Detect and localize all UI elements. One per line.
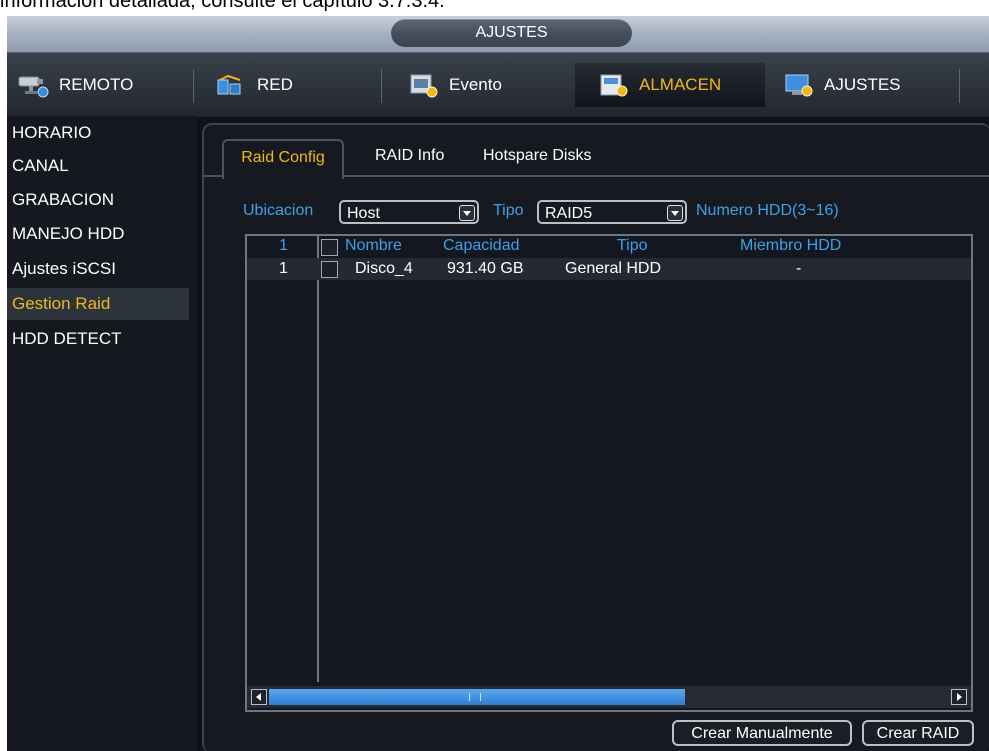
sidebar-item-gestion-raid[interactable]: Gestion Raid	[7, 288, 189, 320]
main-tabs: REMOTO RED Evento ALMACEN AJUSTES	[7, 52, 989, 117]
window-title: AJUSTES	[391, 19, 632, 47]
content-panel: Raid Config RAID Info Hotspare Disks Ubi…	[202, 123, 989, 751]
storage-icon	[597, 72, 631, 98]
sidebar-item-label: MANEJO HDD	[12, 224, 125, 243]
settings-icon	[782, 72, 816, 98]
title-bar: AJUSTES	[7, 16, 989, 52]
table-header: 1 Nombre Capacidad Tipo Miembro HDD	[247, 236, 971, 256]
select-all-checkbox[interactable]	[321, 239, 338, 256]
tab-remoto[interactable]: REMOTO	[17, 63, 187, 107]
type-select[interactable]: RAID5	[537, 200, 687, 224]
event-icon	[407, 72, 441, 98]
sidebar-item-grabacion[interactable]: GRABACION	[12, 184, 184, 216]
document-caption: información detallada, consulte el capít…	[0, 0, 445, 12]
hdd-table: 1 Nombre Capacidad Tipo Miembro HDD 1 Di…	[245, 234, 973, 712]
chevron-down-icon	[459, 205, 475, 221]
scroll-right-icon[interactable]	[951, 689, 967, 705]
tab-separator	[381, 69, 382, 103]
tab-ajustes-label: AJUSTES	[824, 75, 901, 94]
type-value: RAID5	[545, 205, 593, 222]
header-name: Nombre	[345, 237, 402, 254]
tab-red[interactable]: RED	[215, 63, 365, 107]
sidebar-item-hdd-detect[interactable]: HDD DETECT	[12, 323, 184, 355]
header-capacity: Capacidad	[443, 237, 520, 254]
tab-raid-config[interactable]: Raid Config	[222, 139, 344, 179]
sidebar-item-label: Gestion Raid	[12, 294, 111, 313]
network-icon	[215, 72, 249, 98]
sidebar-item-manejo-hdd[interactable]: MANEJO HDD	[12, 218, 184, 250]
table-row[interactable]: 1 Disco_4 931.40 GB General HDD -	[247, 258, 971, 280]
tab-remoto-label: REMOTO	[59, 75, 134, 94]
tab-raid-info[interactable]: RAID Info	[375, 139, 444, 173]
cell-index: 1	[279, 260, 288, 277]
sidebar-item-label: CANAL	[12, 156, 69, 175]
sidebar-item-label: HDD DETECT	[12, 329, 122, 348]
location-select[interactable]: Host	[339, 200, 479, 224]
cell-member: -	[796, 260, 802, 277]
tab-evento[interactable]: Evento	[407, 63, 567, 107]
horizontal-scrollbar[interactable]	[247, 686, 971, 708]
tab-hotspare-disks[interactable]: Hotspare Disks	[483, 139, 591, 173]
camera-icon	[17, 72, 51, 98]
tab-evento-label: Evento	[449, 75, 502, 94]
tab-ajustes[interactable]: AJUSTES	[782, 63, 962, 107]
cell-type: General HDD	[565, 260, 662, 277]
location-label: Ubicacion	[243, 202, 314, 219]
location-value: Host	[347, 205, 380, 222]
scrollbar-thumb[interactable]	[269, 689, 685, 705]
hdd-count-label: Numero HDD(3~16)	[696, 202, 839, 219]
cell-capacity: 931.40 GB	[447, 260, 524, 277]
tab-almacen[interactable]: ALMACEN	[575, 63, 765, 107]
row-checkbox[interactable]	[321, 261, 338, 278]
sidebar-item-ajustes-iscsi[interactable]: Ajustes iSCSI	[12, 253, 184, 285]
chevron-down-icon	[667, 205, 683, 221]
header-member: Miembro HDD	[740, 237, 842, 254]
header-index: 1	[279, 237, 288, 254]
sidebar-item-label: HORARIO	[12, 123, 92, 142]
column-divider	[317, 236, 319, 682]
tab-separator	[959, 69, 960, 103]
settings-window: AJUSTES REMOTO RED Evento ALMACEN AJUSTE…	[7, 16, 989, 751]
create-raid-button[interactable]: Crear RAID	[862, 720, 974, 746]
sidebar: HORARIO CANAL GRABACION MANEJO HDD Ajust…	[7, 116, 197, 751]
sidebar-item-horario[interactable]: HORARIO	[12, 117, 184, 149]
create-manual-button[interactable]: Crear Manualmente	[672, 720, 852, 746]
tab-red-label: RED	[257, 75, 293, 94]
sidebar-item-label: GRABACION	[12, 190, 115, 209]
sidebar-item-label: Ajustes iSCSI	[12, 259, 116, 278]
grip-icon	[469, 693, 481, 701]
tab-separator	[193, 69, 194, 103]
scroll-left-icon[interactable]	[251, 689, 267, 705]
tab-almacen-label: ALMACEN	[639, 75, 722, 94]
header-type: Tipo	[617, 237, 648, 254]
sidebar-item-canal[interactable]: CANAL	[12, 150, 184, 182]
cell-name: Disco_4	[355, 260, 413, 277]
type-label: Tipo	[493, 202, 524, 219]
